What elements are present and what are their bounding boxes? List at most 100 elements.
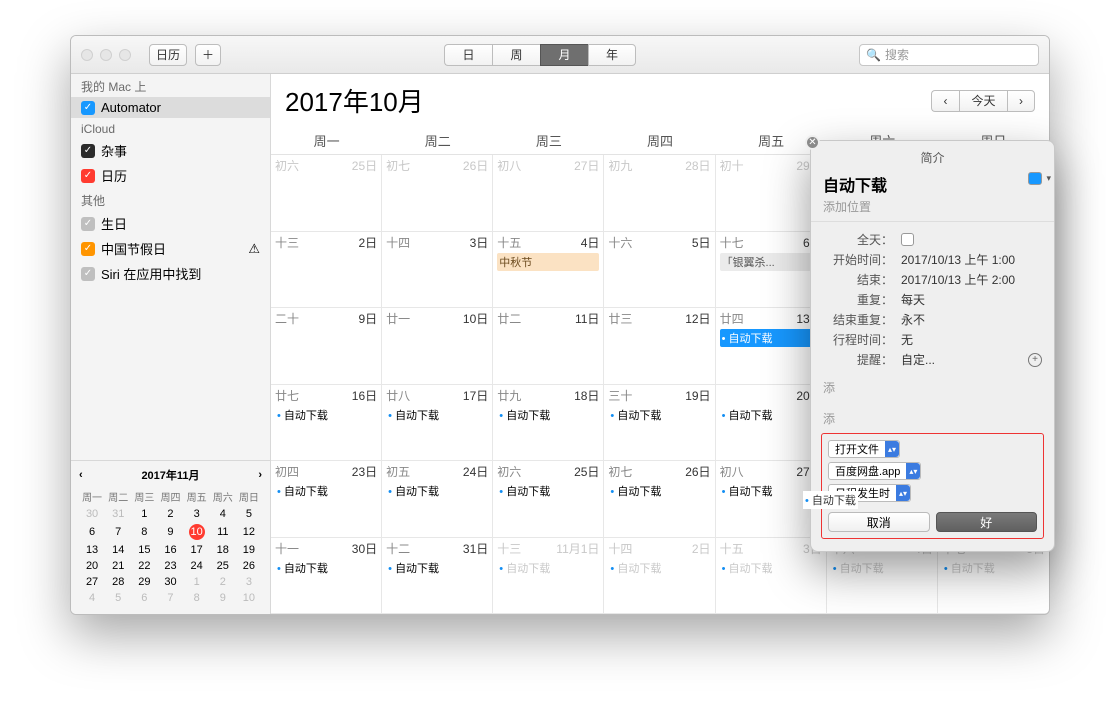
event-pill[interactable]: 自动下载 bbox=[608, 406, 710, 424]
event-pill[interactable]: 自动下载 bbox=[497, 406, 599, 424]
mini-day[interactable]: 5 bbox=[236, 506, 262, 522]
day-cell[interactable]: 初八27日 bbox=[493, 155, 604, 232]
view-month[interactable]: 月 bbox=[540, 44, 588, 66]
repeat-value[interactable]: 每天 bbox=[901, 291, 925, 308]
mini-day[interactable]: 6 bbox=[79, 522, 105, 542]
day-cell[interactable]: 十五4日中秋节 bbox=[493, 232, 604, 309]
event-pill[interactable]: 自动下载 bbox=[275, 482, 377, 500]
day-cell[interactable]: 廿九18日自动下载 bbox=[493, 385, 604, 462]
prev-button[interactable]: ‹ bbox=[931, 90, 959, 112]
next-button[interactable]: › bbox=[1007, 90, 1035, 112]
start-value[interactable]: 2017/10/13 上午 1:00 bbox=[901, 251, 1015, 268]
mini-day[interactable]: 9 bbox=[157, 522, 183, 542]
end-value[interactable]: 2017/10/13 上午 2:00 bbox=[901, 271, 1015, 288]
calendar-checkbox[interactable]: ✓ bbox=[81, 217, 95, 231]
mini-day[interactable]: 17 bbox=[184, 542, 210, 558]
mini-day[interactable]: 4 bbox=[79, 590, 105, 606]
mini-prev[interactable]: ‹ bbox=[79, 469, 83, 481]
mini-day[interactable]: 2 bbox=[157, 506, 183, 522]
mini-day[interactable]: 6 bbox=[131, 590, 157, 606]
event-pill[interactable]: 自动下载 bbox=[386, 482, 488, 500]
mini-day[interactable]: 26 bbox=[236, 558, 262, 574]
view-day[interactable]: 日 bbox=[444, 44, 492, 66]
day-cell[interactable]: 初九28日 bbox=[604, 155, 715, 232]
mini-day[interactable]: 16 bbox=[157, 542, 183, 558]
mini-day[interactable]: 22 bbox=[131, 558, 157, 574]
day-cell[interactable]: 廿一10日 bbox=[382, 308, 493, 385]
mini-day[interactable]: 2 bbox=[210, 574, 236, 590]
calendar-checkbox[interactable]: ✓ bbox=[81, 242, 95, 256]
calendar-checkbox[interactable]: ✓ bbox=[81, 144, 95, 158]
alert-value[interactable]: 自定... bbox=[901, 351, 935, 368]
today-button[interactable]: 今天 bbox=[959, 90, 1007, 112]
mini-day[interactable]: 13 bbox=[79, 542, 105, 558]
calendar-checkbox[interactable]: ✓ bbox=[81, 101, 95, 115]
mini-day[interactable]: 1 bbox=[131, 506, 157, 522]
event-pill[interactable]: 自动下载 bbox=[608, 559, 710, 577]
zoom-dot[interactable] bbox=[119, 49, 131, 61]
mini-day[interactable]: 8 bbox=[184, 590, 210, 606]
day-cell[interactable]: 十五3日自动下载 bbox=[716, 538, 827, 615]
day-cell[interactable]: 十三2日 bbox=[271, 232, 382, 309]
event-pill[interactable]: 「银翼杀... bbox=[720, 253, 822, 271]
mini-day[interactable]: 30 bbox=[157, 574, 183, 590]
add-extra-2[interactable]: 添 bbox=[823, 410, 1042, 427]
day-cell[interactable]: 十三11月1日自动下载 bbox=[493, 538, 604, 615]
event-pill[interactable]: 自动下载 bbox=[720, 406, 822, 424]
add-location-field[interactable]: 添加位置 bbox=[823, 198, 1042, 215]
event-pill[interactable]: 自动下载 bbox=[608, 482, 710, 500]
calendars-toggle-button[interactable]: 日历 bbox=[149, 44, 187, 66]
add-event-button[interactable]: ＋ bbox=[195, 44, 221, 66]
mini-day[interactable]: 30 bbox=[79, 506, 105, 522]
day-cell[interactable]: 廿三12日 bbox=[604, 308, 715, 385]
event-title[interactable]: 自动下载 bbox=[823, 172, 1042, 196]
day-cell[interactable]: 初七26日 bbox=[382, 155, 493, 232]
action-select-1[interactable]: 打开文件▴▾ bbox=[828, 440, 900, 458]
cancel-button[interactable]: 取消 bbox=[828, 512, 930, 532]
view-week[interactable]: 周 bbox=[492, 44, 540, 66]
mini-day[interactable]: 7 bbox=[157, 590, 183, 606]
day-cell[interactable]: 十六5日 bbox=[604, 232, 715, 309]
ok-button[interactable]: 好 bbox=[936, 512, 1038, 532]
day-cell[interactable]: 初六25日 bbox=[271, 155, 382, 232]
mini-day[interactable]: 4 bbox=[210, 506, 236, 522]
sidebar-item[interactable]: ✓生日 bbox=[71, 211, 270, 236]
day-cell[interactable]: 二十9日 bbox=[271, 308, 382, 385]
minimize-dot[interactable] bbox=[100, 49, 112, 61]
repeatend-value[interactable]: 永不 bbox=[901, 311, 925, 328]
day-cell[interactable]: 初六25日自动下载 bbox=[493, 461, 604, 538]
mini-day[interactable]: 10 bbox=[236, 590, 262, 606]
event-pill[interactable]: 自动下载 bbox=[386, 559, 488, 577]
event-pill[interactable]: 中秋节 bbox=[497, 253, 599, 271]
mini-day[interactable]: 8 bbox=[131, 522, 157, 542]
mini-day[interactable]: 23 bbox=[157, 558, 183, 574]
event-pill[interactable]: 自动下载 bbox=[942, 559, 1045, 577]
day-cell[interactable]: 廿七16日自动下载 bbox=[271, 385, 382, 462]
mini-day[interactable]: 27 bbox=[79, 574, 105, 590]
mini-day[interactable]: 3 bbox=[184, 506, 210, 522]
add-extra-1[interactable]: 添 bbox=[823, 379, 1042, 396]
mini-day[interactable]: 11 bbox=[210, 522, 236, 542]
day-cell[interactable]: 初五24日自动下载 bbox=[382, 461, 493, 538]
event-pill[interactable]: 自动下载 bbox=[275, 406, 377, 424]
calendar-checkbox[interactable]: ✓ bbox=[81, 169, 95, 183]
day-cell[interactable]: 十四2日自动下载 bbox=[604, 538, 715, 615]
mini-day[interactable]: 25 bbox=[210, 558, 236, 574]
event-pill[interactable]: 自动下载 bbox=[275, 559, 377, 577]
event-pill[interactable]: 自动下载 bbox=[720, 559, 822, 577]
travel-value[interactable]: 无 bbox=[901, 331, 913, 348]
add-alert-icon[interactable]: + bbox=[1028, 353, 1042, 367]
mini-next[interactable]: › bbox=[258, 469, 262, 481]
mini-day[interactable]: 24 bbox=[184, 558, 210, 574]
mini-day[interactable]: 28 bbox=[105, 574, 131, 590]
mini-day[interactable]: 3 bbox=[236, 574, 262, 590]
day-cell[interactable]: 十四3日 bbox=[382, 232, 493, 309]
calendar-color-picker[interactable] bbox=[1028, 172, 1042, 185]
mini-day[interactable]: 18 bbox=[210, 542, 236, 558]
calendar-checkbox[interactable]: ✓ bbox=[81, 267, 95, 281]
mini-day[interactable]: 5 bbox=[105, 590, 131, 606]
mini-day[interactable]: 7 bbox=[105, 522, 131, 542]
mini-day[interactable]: 10 bbox=[184, 522, 210, 542]
event-pill[interactable]: 自动下载 bbox=[497, 482, 599, 500]
sidebar-item[interactable]: ✓中国节假日⚠ bbox=[71, 236, 270, 261]
